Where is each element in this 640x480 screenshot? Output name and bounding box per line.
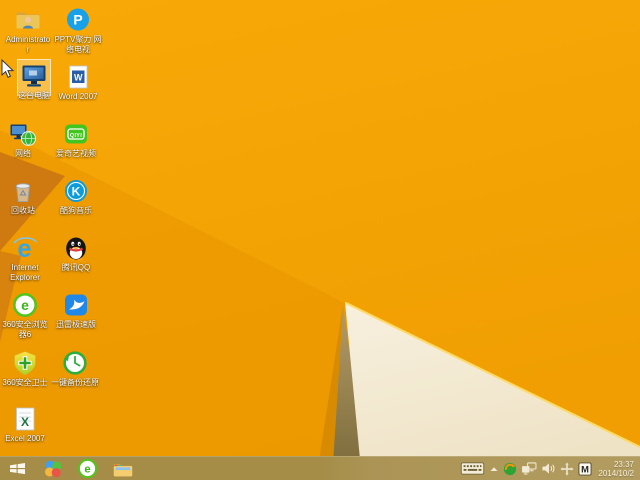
taskbar-button-360-browser[interactable]: e: [70, 457, 105, 480]
taskbar-clock[interactable]: 23:37 2014/10/2: [596, 460, 637, 478]
pptv-icon: P: [50, 5, 106, 33]
desktop-icon-word[interactable]: W Word 2007: [50, 62, 106, 102]
backup-clock-icon: [47, 348, 103, 376]
icon-label: Administrato r: [5, 35, 51, 54]
ie-icon: e: [0, 233, 53, 261]
kugou-icon: K: [48, 176, 104, 204]
excel-icon: X: [0, 404, 53, 432]
svg-text:K: K: [72, 185, 81, 199]
svg-text:M: M: [582, 464, 590, 474]
desktop-icon-backup-restore[interactable]: 一键备份还原: [47, 348, 103, 388]
desktop-icon-360-browser[interactable]: e 360安全浏览 器6: [0, 290, 53, 339]
360-browser-icon: e: [0, 290, 53, 318]
mouse-cursor: [1, 58, 15, 84]
icon-label: 360安全浏览 器6: [2, 320, 48, 339]
icon-label: Excel 2007: [5, 434, 45, 443]
icon-label: Internet Explorer: [10, 263, 40, 282]
icon-label: 腾讯QQ: [61, 263, 91, 272]
desktop-icon-network[interactable]: 网络: [0, 119, 51, 159]
icon-label: 回收站: [11, 206, 35, 215]
iqiyi-icon: QIYI: [48, 119, 104, 147]
svg-text:QIYI: QIYI: [70, 133, 82, 139]
clock-date: 2014/10/2: [598, 468, 634, 478]
svg-text:P: P: [73, 12, 82, 28]
taskbar: e M 23:37 2014/10/2: [0, 456, 640, 480]
desktop-icon-administrator[interactable]: Administrato r: [0, 5, 56, 54]
input-mode-m-icon[interactable]: M: [578, 461, 592, 476]
360-security-tray-icon[interactable]: [503, 462, 517, 476]
desktop-background[interactable]: { "wallpaper": { "base_top": "#f8a907", …: [0, 0, 640, 480]
desktop-icon-kugou[interactable]: K 酷狗音乐: [48, 176, 104, 216]
touch-keyboard-icon[interactable]: [460, 461, 485, 476]
desktop-icon-iqiyi[interactable]: QIYI 爱奇艺视频: [48, 119, 104, 159]
shield-icon: [0, 348, 53, 376]
360-browser-icon: e: [77, 458, 98, 479]
network-icon: [0, 119, 51, 147]
desktop-icon-internet-explorer[interactable]: e Internet Explorer: [0, 233, 53, 282]
recycle-bin-icon: [0, 176, 51, 204]
svg-text:W: W: [74, 73, 83, 83]
desktop-icon-qq[interactable]: 腾讯QQ: [48, 233, 104, 273]
icon-label: Word 2007: [58, 92, 98, 101]
svg-text:e: e: [84, 464, 90, 476]
icon-label: PPTV聚力 网 络电视: [54, 35, 102, 54]
system-tray: M 23:37 2014/10/2: [460, 460, 640, 478]
desktop-icon-recycle-bin[interactable]: 回收站: [0, 176, 51, 216]
icon-label: 爱奇艺视频: [56, 149, 96, 158]
svg-text:e: e: [21, 297, 29, 313]
desktop-icon-pptv[interactable]: P PPTV聚力 网 络电视: [50, 5, 106, 54]
windows-flag-icon: [9, 463, 26, 475]
network-status-icon[interactable]: [521, 462, 537, 475]
xunlei-bird-icon: [48, 290, 104, 318]
desktop-icon-excel[interactable]: X Excel 2007: [0, 404, 53, 444]
icon-label: 一键备份还原: [51, 378, 99, 387]
qq-penguin-icon: [48, 233, 104, 261]
icon-label: 360安全卫士: [2, 378, 48, 387]
desktop-icon-xunlei[interactable]: 迅雷极速版: [48, 290, 104, 330]
desktop-icon-360-safe[interactable]: 360安全卫士: [0, 348, 53, 388]
pinwheel-icon: [44, 460, 61, 477]
user-folder-icon: [0, 5, 56, 33]
word-icon: W: [50, 62, 106, 90]
start-button[interactable]: [0, 457, 35, 480]
folder-icon: [113, 463, 132, 476]
icon-label: 迅雷极速版: [56, 320, 96, 329]
taskbar-button-file-explorer[interactable]: [105, 457, 140, 480]
show-hidden-icons-chevron[interactable]: [489, 464, 499, 474]
input-tools-cross-icon[interactable]: [560, 461, 574, 476]
svg-text:X: X: [21, 415, 29, 429]
icon-label: 酷狗音乐: [60, 206, 92, 215]
clock-time: 23:37: [613, 459, 634, 469]
taskbar-button-software-manager[interactable]: [35, 457, 70, 480]
icon-label: 网络: [15, 149, 31, 158]
volume-icon[interactable]: [541, 462, 556, 475]
